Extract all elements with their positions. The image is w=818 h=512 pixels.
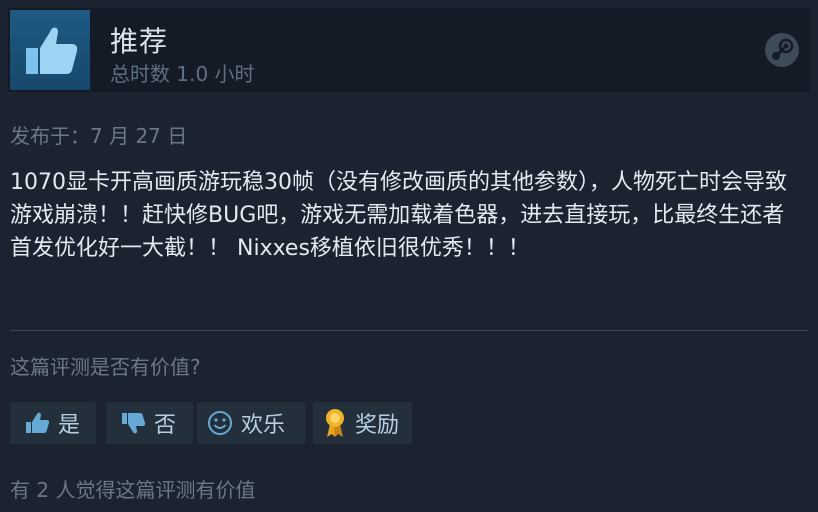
vote-no-label: 否 <box>154 413 177 438</box>
thumbs-down-icon <box>120 410 146 436</box>
recommendation-title: 推荐 <box>110 25 169 58</box>
review-body: 1070显卡开高画质游玩稳30帧（没有修改画质的其他参数），人物死亡时会导致游戏… <box>10 170 787 261</box>
award-label: 奖励 <box>355 413 400 438</box>
vote-yes-label: 是 <box>58 413 81 438</box>
posted-date: 发布于：7 月 27 日 <box>10 124 188 148</box>
vote-funny-label: 欢乐 <box>241 413 286 438</box>
helpful-count: 有 2 人觉得这篇评测有价值 <box>10 478 256 502</box>
helpful-question: 这篇评测是否有价值? <box>10 355 201 379</box>
vote-yes-button[interactable]: 是 <box>10 402 96 444</box>
thumbs-up-icon <box>26 27 78 74</box>
playtime-hours: 总时数 1.0 小时 <box>110 62 255 86</box>
smiley-icon <box>207 410 233 436</box>
award-ribbon-icon <box>323 408 347 438</box>
recommended-badge[interactable] <box>10 10 90 90</box>
steam-logo-icon <box>765 33 799 67</box>
divider <box>10 330 808 331</box>
review-header: 推荐 总时数 1.0 小时 <box>8 8 810 92</box>
vote-no-button[interactable]: 否 <box>106 402 193 444</box>
thumbs-up-icon <box>24 410 50 436</box>
vote-funny-button[interactable]: 欢乐 <box>197 402 305 444</box>
award-button[interactable]: 奖励 <box>313 402 412 444</box>
